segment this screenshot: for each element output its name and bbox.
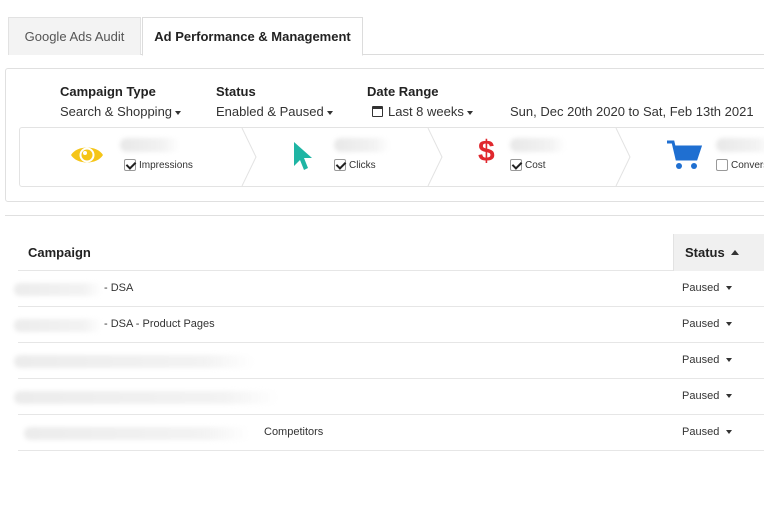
- sort-ascending-icon: [730, 250, 739, 255]
- chevron-down-icon: [726, 430, 733, 435]
- chevron-down-icon: [726, 358, 733, 363]
- chevron-separator: [427, 128, 443, 186]
- metrics-strip: Impressions Clicks $ Cost Conver: [19, 127, 764, 187]
- cart-icon: [667, 140, 702, 169]
- column-header-campaign[interactable]: Campaign: [28, 245, 91, 260]
- tab-ad-performance[interactable]: Ad Performance & Management: [142, 17, 363, 56]
- column-header-status[interactable]: Status: [673, 234, 764, 271]
- clicks-checkbox[interactable]: Clicks: [334, 159, 376, 171]
- conversions-checkbox[interactable]: Conversi: [716, 159, 764, 171]
- metric-value-redacted: [120, 138, 180, 152]
- campaign-table: Campaign Status - DSA Paused - DSA - Pro…: [5, 215, 764, 455]
- redacted-text: [14, 319, 102, 332]
- chevron-down-icon: [726, 394, 733, 399]
- checkbox-unchecked-icon: [716, 159, 728, 171]
- status-dropdown[interactable]: Paused: [682, 426, 733, 438]
- status-value: Paused: [682, 318, 720, 330]
- filters-panel: Campaign Type Search & Shopping Status E…: [5, 68, 764, 202]
- metric-impressions: Impressions: [20, 128, 242, 186]
- date-range-text: Sun, Dec 20th 2020 to Sat, Feb 13th 2021: [510, 104, 754, 119]
- redacted-text: [14, 283, 102, 296]
- status-value: Paused: [682, 282, 720, 294]
- status-header-label: Status: [685, 245, 725, 260]
- table-header: Campaign Status: [18, 234, 764, 271]
- chevron-down-icon: [175, 110, 182, 115]
- redacted-text: [14, 391, 278, 404]
- status-value: Enabled & Paused: [216, 104, 324, 119]
- dollar-icon: $: [478, 135, 495, 168]
- metric-cost: $ Cost: [444, 128, 616, 186]
- campaign-name: - DSA: [104, 282, 134, 294]
- chevron-down-icon: [466, 110, 473, 115]
- date-range-label: Date Range: [367, 84, 439, 99]
- status-dropdown[interactable]: Paused: [682, 282, 733, 294]
- metric-conversions: Conversi: [632, 128, 764, 186]
- metric-value-redacted: [716, 138, 764, 152]
- metric-value-redacted: [510, 138, 566, 152]
- cost-label: Cost: [525, 159, 546, 171]
- checkbox-checked-icon: [334, 159, 346, 171]
- table-row[interactable]: - DSA Paused: [14, 271, 764, 307]
- metric-clicks: Clicks: [258, 128, 428, 186]
- status-value: Paused: [682, 390, 720, 402]
- status-label: Status: [216, 84, 256, 99]
- impressions-checkbox[interactable]: Impressions: [124, 159, 193, 171]
- checkbox-checked-icon: [510, 159, 522, 171]
- campaign-type-dropdown[interactable]: Search & Shopping: [60, 104, 182, 119]
- table-row[interactable]: Paused: [14, 379, 764, 415]
- chevron-down-icon: [726, 322, 733, 327]
- tab-google-ads-audit[interactable]: Google Ads Audit: [8, 17, 141, 55]
- date-range-value: Last 8 weeks: [388, 104, 464, 119]
- clicks-label: Clicks: [349, 159, 376, 171]
- chevron-down-icon: [726, 286, 733, 291]
- status-dropdown[interactable]: Paused: [682, 354, 733, 366]
- redacted-text: [24, 427, 250, 440]
- cursor-icon: [294, 142, 312, 170]
- table-row[interactable]: Paused: [14, 343, 764, 379]
- campaign-name: Competitors: [264, 426, 324, 438]
- campaign-name: - DSA - Product Pages: [104, 318, 215, 330]
- status-dropdown[interactable]: Paused: [682, 318, 733, 330]
- status-value: Paused: [682, 354, 720, 366]
- redacted-text: [14, 355, 254, 368]
- date-range-dropdown[interactable]: Last 8 weeks: [372, 104, 473, 119]
- cost-checkbox[interactable]: Cost: [510, 159, 546, 171]
- chevron-separator: [615, 128, 631, 186]
- impressions-label: Impressions: [139, 159, 193, 171]
- table-row[interactable]: - DSA - Product Pages Paused: [14, 307, 764, 343]
- chevron-down-icon: [326, 110, 333, 115]
- campaign-type-value: Search & Shopping: [60, 104, 173, 119]
- checkbox-checked-icon: [124, 159, 136, 171]
- status-value: Paused: [682, 426, 720, 438]
- metric-value-redacted: [334, 138, 390, 152]
- chevron-separator: [241, 128, 257, 186]
- conversions-label: Conversi: [731, 159, 764, 171]
- campaign-type-label: Campaign Type: [60, 84, 156, 99]
- calendar-icon: [372, 106, 383, 117]
- status-dropdown[interactable]: Paused: [682, 390, 733, 402]
- eye-icon: [71, 147, 103, 163]
- table-row[interactable]: Competitors Paused: [18, 415, 764, 451]
- status-dropdown[interactable]: Enabled & Paused: [216, 104, 333, 119]
- tab-bar: Google Ads Audit Ad Performance & Manage…: [8, 17, 764, 56]
